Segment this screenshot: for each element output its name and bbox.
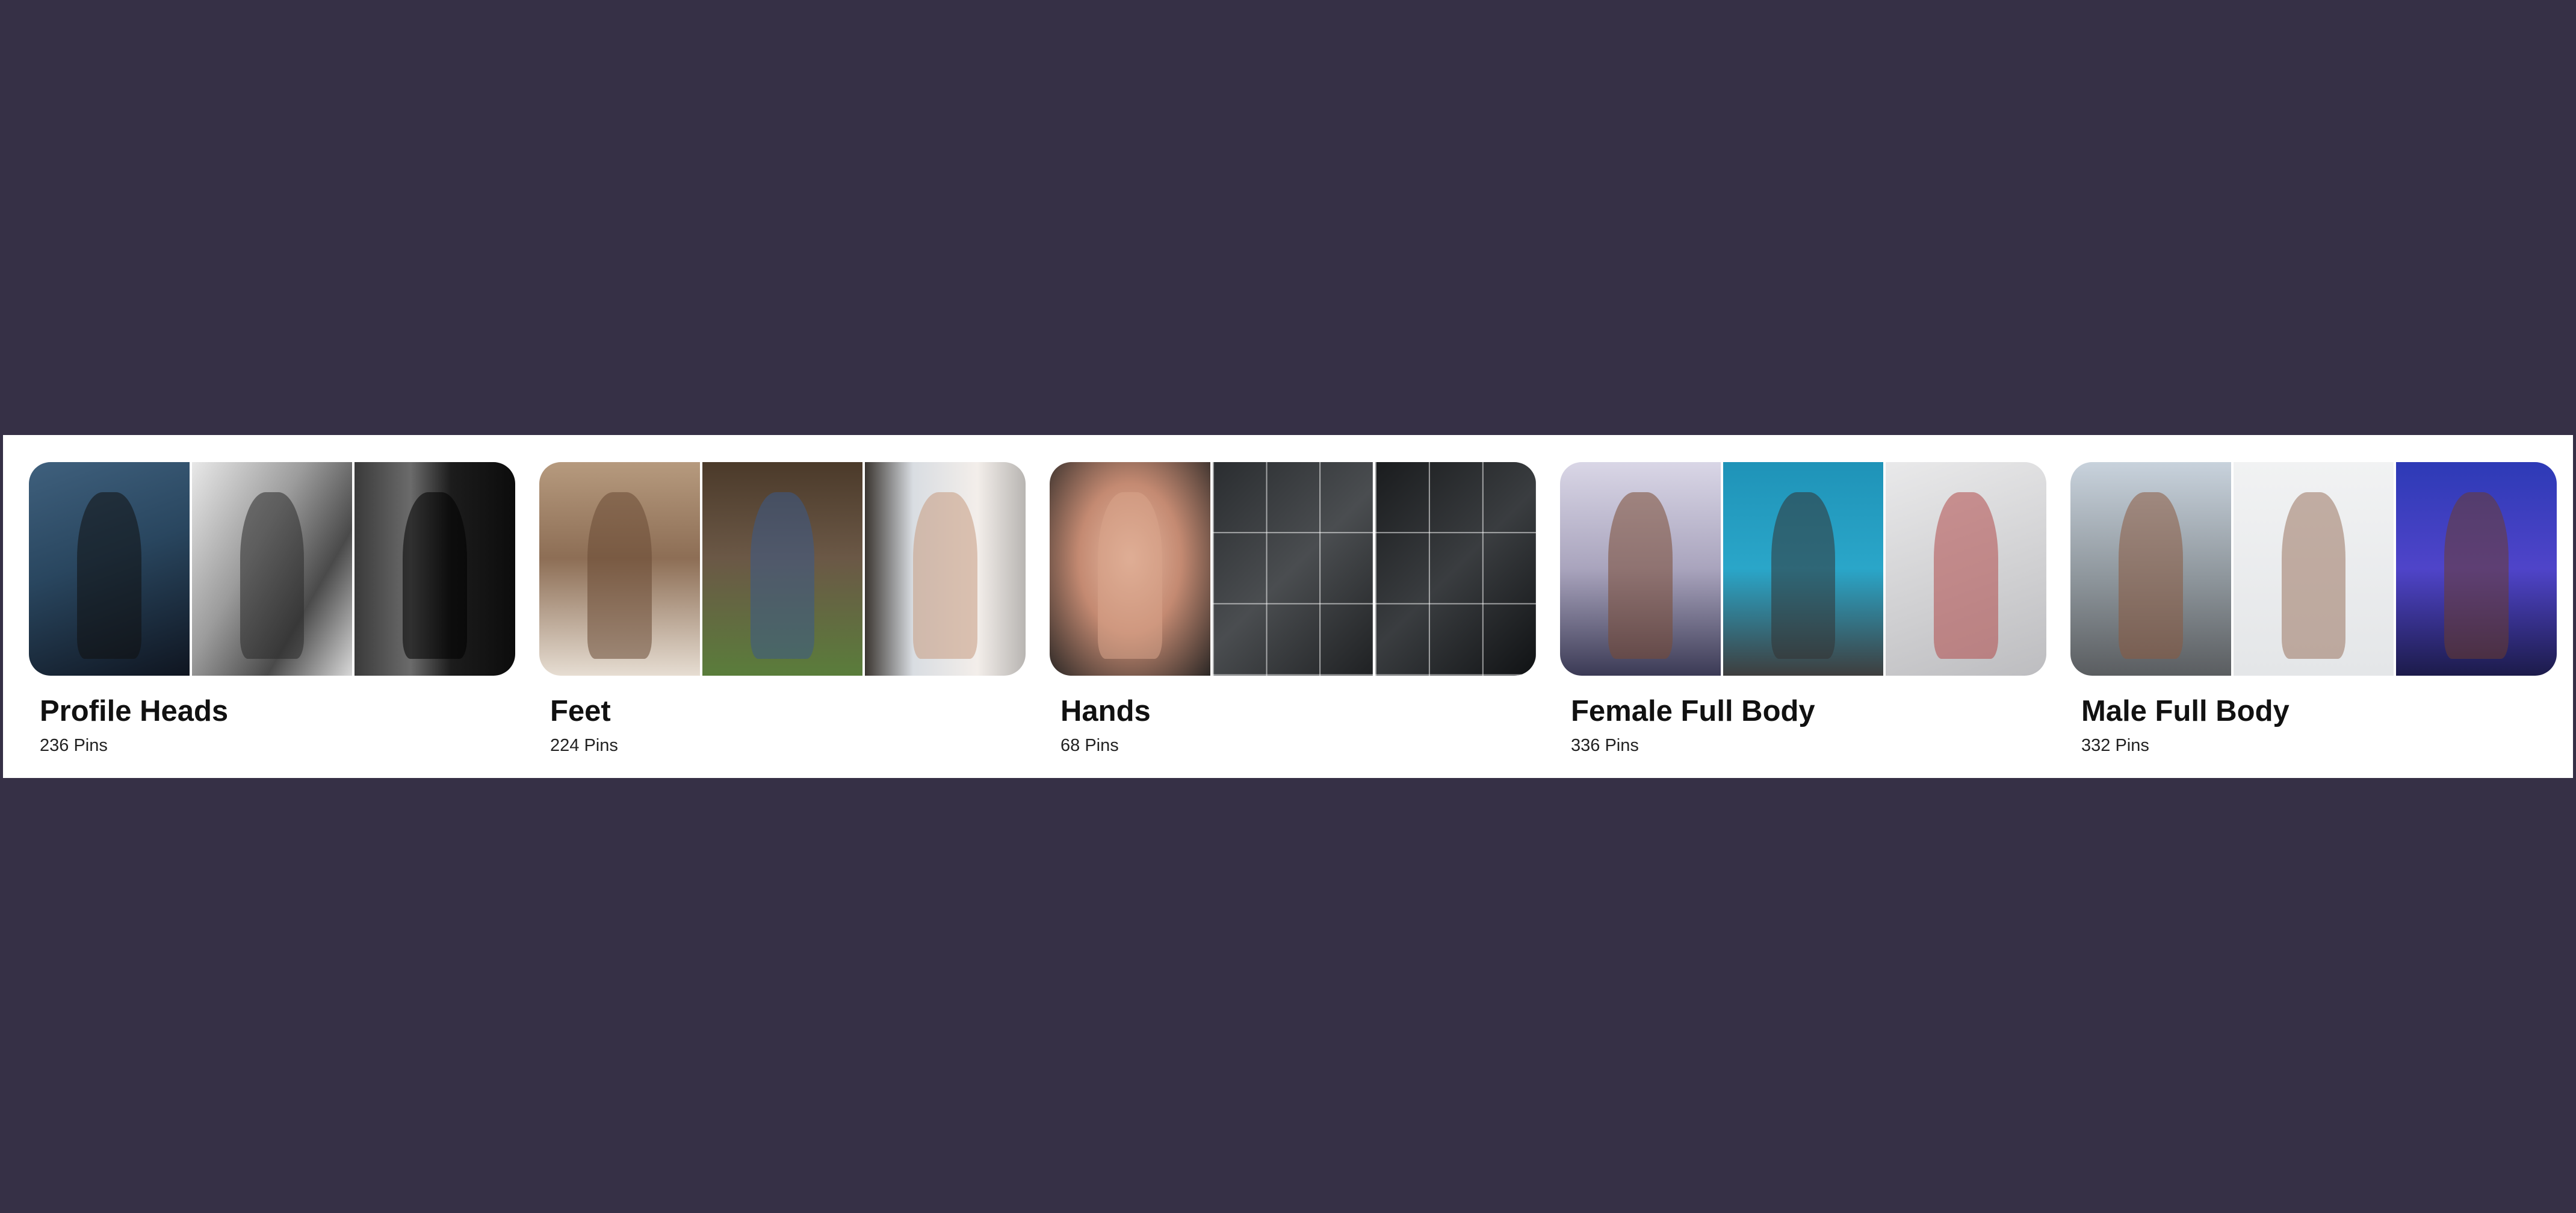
board-cover-image [865,462,1026,676]
board-cover-image [1050,462,1210,676]
board-cover-collage[interactable] [2070,462,2557,676]
board-cover-image [29,462,190,676]
board-pin-count: 332 Pins [2081,736,2149,755]
board-cover-image [1723,462,1884,676]
board-cover-image [2233,462,2394,676]
board-cover-image [1375,462,1536,676]
photo-subject [77,492,141,659]
board-cover-image [355,462,515,676]
photo-subject [1771,492,1836,659]
board-title[interactable]: Male Full Body [2081,694,2290,728]
board-pin-count: 68 Pins [1060,736,1119,755]
board-cover-image [702,462,863,676]
photo-subject [1098,492,1162,659]
board-cover-image [1212,462,1373,676]
board-title[interactable]: Feet [550,694,611,728]
board-cover-image [1886,462,2046,676]
board-cover-collage[interactable] [29,462,515,676]
board-cover-collage[interactable] [1050,462,1536,676]
photo-subject [2444,492,2509,659]
photo-subject [913,492,977,659]
board-cover-image [191,462,353,676]
board-pin-count: 236 Pins [40,736,108,755]
board-cover-image [2396,462,2557,676]
photo-subject [1608,492,1673,659]
board-cover-collage[interactable] [1560,462,2046,676]
photo-subject [750,492,815,659]
photo-grid-lines [1375,462,1536,676]
board-title[interactable]: Female Full Body [1571,694,1815,728]
board-title[interactable]: Hands [1060,694,1151,728]
photo-subject [2119,492,2183,659]
photo-subject [2281,492,2346,659]
board-cover-image [1560,462,1721,676]
photo-subject [587,492,652,659]
board-strip: Profile Heads 236 Pins Feet 224 Pins Han… [3,435,2573,778]
photo-grid-lines [1212,462,1373,676]
photo-subject [1934,492,1998,659]
board-title[interactable]: Profile Heads [40,694,228,728]
board-pin-count: 336 Pins [1571,736,1639,755]
board-card-feet[interactable]: Feet 224 Pins [539,462,1026,775]
photo-subject [403,492,467,659]
board-pin-count: 224 Pins [550,736,618,755]
board-cover-image [539,462,700,676]
photo-subject [240,492,305,659]
board-card-male-full-body[interactable]: Male Full Body 332 Pins [2070,462,2557,775]
board-cover-image [2070,462,2231,676]
board-cover-collage[interactable] [539,462,1026,676]
board-card-profile-heads[interactable]: Profile Heads 236 Pins [29,462,515,775]
board-card-female-full-body[interactable]: Female Full Body 336 Pins [1560,462,2046,775]
board-card-hands[interactable]: Hands 68 Pins [1050,462,1536,775]
